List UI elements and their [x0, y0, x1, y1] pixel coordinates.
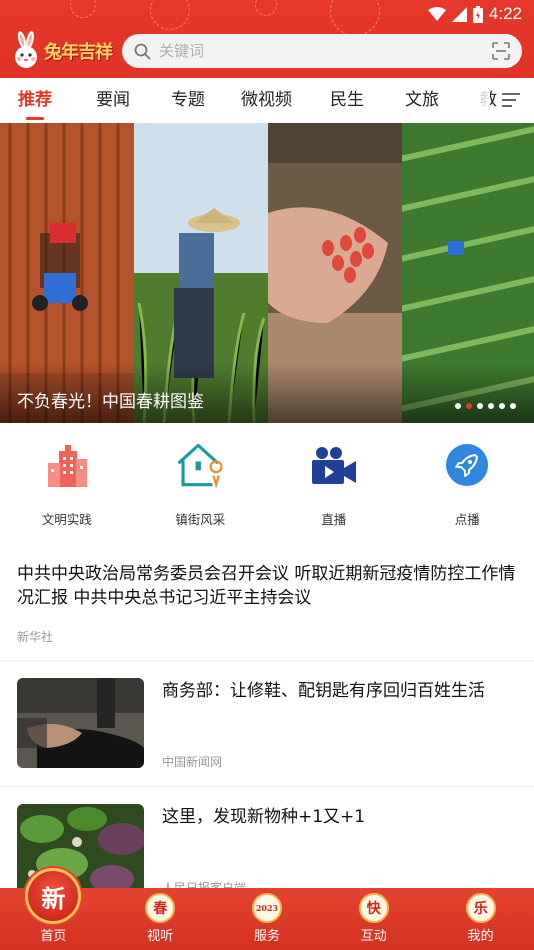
news-thumbnail: [17, 678, 144, 768]
nav-interaction[interactable]: 快 互动: [320, 888, 427, 950]
carousel-dot[interactable]: [488, 403, 494, 409]
app-header: 4:22 兔年吉祥: [0, 0, 534, 78]
app-logo[interactable]: 兔年吉祥: [12, 28, 113, 74]
carousel-indicators: [455, 403, 516, 409]
quick-entry-label: 直播: [321, 512, 347, 527]
nav-badge: 乐: [465, 893, 496, 923]
search-input[interactable]: [159, 42, 492, 60]
news-item[interactable]: 这里，发现新物种+1又+1 人民日报客户端: [17, 804, 517, 896]
carousel-dot[interactable]: [499, 403, 505, 409]
banner-caption-overlay: 不负春光！中国春耕图鉴: [0, 363, 534, 423]
search-icon: [134, 43, 151, 59]
nav-media[interactable]: 春 视听: [107, 888, 214, 950]
quick-entry-civilization[interactable]: 文明实践: [0, 440, 134, 530]
wifi-icon: [427, 7, 446, 21]
tab-micro-video[interactable]: 微视频: [241, 78, 292, 122]
quick-entries: 文明实践 镇街风采 直播 点播: [0, 440, 534, 530]
tab-headlines[interactable]: 要闻: [96, 78, 130, 122]
nav-label: 我的: [467, 929, 494, 944]
quick-entry-on-demand[interactable]: 点播: [401, 440, 534, 530]
quick-entry-live[interactable]: 直播: [267, 440, 401, 530]
nav-badge: 快: [358, 893, 389, 923]
carousel-dot[interactable]: [477, 403, 483, 409]
tab-culture-tourism[interactable]: 文旅: [405, 78, 439, 122]
logo-text: 兔年吉祥: [44, 42, 113, 63]
tab-livelihood[interactable]: 民生: [330, 78, 364, 122]
nav-label: 视听: [147, 929, 174, 944]
carousel-dot[interactable]: [510, 403, 516, 409]
rabbit-logo-icon: [15, 31, 37, 68]
nav-badge: 春: [145, 893, 176, 923]
nav-home[interactable]: 新 首页: [0, 868, 107, 950]
carousel-dot-active[interactable]: [466, 403, 472, 409]
rocket-icon: [446, 444, 489, 486]
nav-home-badge: 新: [25, 868, 82, 924]
feed-divider: [0, 660, 534, 661]
carousel-dot[interactable]: [455, 403, 461, 409]
search-box[interactable]: [122, 34, 522, 68]
nav-badge: 2023: [251, 893, 282, 923]
nav-label: 服务: [253, 929, 280, 944]
nav-profile[interactable]: 乐 我的: [427, 888, 534, 950]
nav-label: 首页: [40, 929, 67, 944]
channel-tabs: 推荐 要闻 专题 微视频 民生 文旅 教: [0, 78, 534, 122]
house-location-icon: [177, 443, 223, 489]
tabs-fade: [460, 78, 490, 122]
shoe-repair-photo: [17, 678, 144, 768]
nav-label: 互动: [360, 929, 387, 944]
banner-carousel[interactable]: 不负春光！中国春耕图鉴: [0, 123, 534, 423]
battery-icon: [472, 5, 483, 23]
headline-source: 新华社: [17, 630, 54, 644]
bottom-navigation: 新 首页 春 视听 2023 服务 快 互动 乐 我的: [0, 868, 534, 950]
video-camera-icon: [311, 447, 356, 484]
quick-entry-label: 点播: [454, 512, 480, 527]
news-source: 中国新闻网: [162, 755, 223, 769]
feed-divider: [0, 786, 534, 787]
headline-news[interactable]: 中共中央政治局常务委员会召开会议 听取近期新冠疫情防控工作情况汇报 中共中央总书…: [17, 562, 517, 645]
quick-entry-town-street[interactable]: 镇街风采: [134, 440, 268, 530]
news-title: 这里，发现新物种+1又+1: [162, 807, 366, 827]
nav-services[interactable]: 2023 服务: [214, 888, 321, 950]
status-bar: 4:22: [0, 0, 534, 28]
scan-icon[interactable]: [492, 42, 510, 60]
tab-topics[interactable]: 专题: [171, 78, 205, 122]
news-item[interactable]: 商务部：让修鞋、配钥匙有序回归百姓生活 中国新闻网: [17, 678, 517, 770]
channel-menu-icon[interactable]: [500, 89, 524, 111]
quick-entry-label: 文明实践: [41, 512, 92, 527]
buildings-icon: [47, 445, 87, 487]
signal-icon: [451, 6, 467, 22]
news-title: 商务部：让修鞋、配钥匙有序回归百姓生活: [162, 681, 485, 701]
headline-title: 中共中央政治局常务委员会召开会议 听取近期新冠疫情防控工作情况汇报 中共中央总书…: [17, 564, 516, 608]
status-time: 4:22: [488, 4, 522, 23]
quick-entry-label: 镇街风采: [175, 512, 226, 527]
tab-recommend[interactable]: 推荐: [18, 78, 52, 122]
banner-caption: 不负春光！中国春耕图鉴: [17, 392, 204, 412]
